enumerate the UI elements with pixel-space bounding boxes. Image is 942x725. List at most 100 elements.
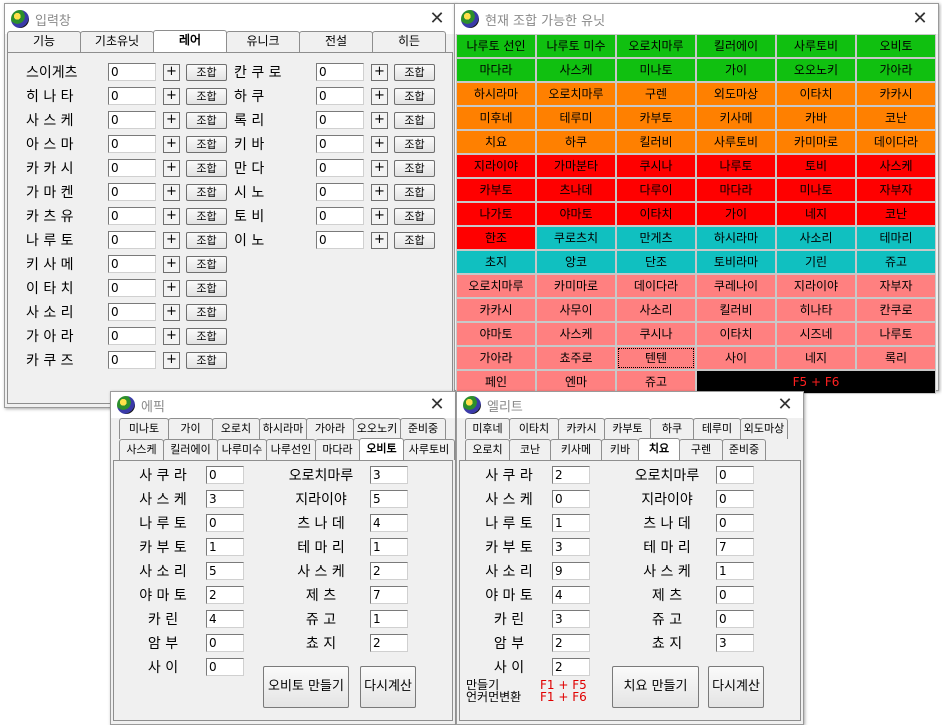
plus-button[interactable]: +	[371, 207, 388, 225]
combine-button[interactable]: 조합	[186, 63, 227, 81]
unit-count-field[interactable]: 1	[370, 538, 408, 556]
unit-count-field[interactable]: 3	[552, 610, 590, 628]
close-icon[interactable]: ✕	[427, 8, 447, 29]
combo-unit-cell[interactable]: 데이다라	[616, 274, 696, 298]
combine-button[interactable]: 조합	[186, 207, 227, 225]
combo-unit-cell[interactable]: 이타치	[616, 202, 696, 226]
combine-button[interactable]: 조합	[394, 183, 435, 201]
combine-button[interactable]: 조합	[186, 183, 227, 201]
combine-button[interactable]: 조합	[186, 279, 227, 297]
unit-count-field[interactable]: 2	[370, 562, 408, 580]
combo-unit-cell[interactable]: 쵸주로	[536, 346, 616, 370]
combine-button[interactable]: 조합	[186, 87, 227, 105]
combo-unit-cell[interactable]: 사소리	[776, 226, 856, 250]
combo-unit-cell[interactable]: 만게츠	[616, 226, 696, 250]
combo-unit-cell[interactable]: 치요	[456, 130, 536, 154]
combo-unit-cell[interactable]: 오비토	[856, 34, 936, 58]
combo-unit-cell[interactable]: 미나토	[776, 178, 856, 202]
tab-4[interactable]: 카부토	[604, 418, 651, 439]
combine-button[interactable]: 조합	[394, 207, 435, 225]
tab-1[interactable]: 오로치	[465, 439, 510, 460]
combo-unit-cell[interactable]: 쿠시나	[616, 154, 696, 178]
unit-count-field[interactable]: 5	[370, 490, 408, 508]
combine-button[interactable]: 조합	[394, 159, 435, 177]
combo-unit-cell[interactable]: 오오노키	[776, 58, 856, 82]
combo-unit-cell[interactable]: 시즈네	[776, 322, 856, 346]
unit-count-field[interactable]: 2	[552, 634, 590, 652]
combo-unit-cell[interactable]: 사무이	[536, 298, 616, 322]
combo-unit-cell[interactable]: 지라이야	[456, 154, 536, 178]
tab-4[interactable]: 하시라마	[259, 418, 307, 439]
combo-unit-cell[interactable]: 가마분타	[536, 154, 616, 178]
combo-unit-cell[interactable]: 이타치	[696, 322, 776, 346]
combo-unit-cell[interactable]: 코난	[856, 106, 936, 130]
combine-button[interactable]: 조합	[186, 303, 227, 321]
combo-unit-cell[interactable]: 지라이야	[776, 274, 856, 298]
combine-button[interactable]: 조합	[186, 255, 227, 273]
unit-count-field[interactable]: 5	[206, 562, 244, 580]
tab-6[interactable]: 구렌	[679, 439, 723, 460]
unit-count-field[interactable]: 3	[552, 538, 590, 556]
unit-count-field[interactable]: 0	[108, 159, 156, 177]
combo-unit-cell[interactable]: 사스케	[536, 322, 616, 346]
tab-3[interactable]: 레어	[153, 30, 227, 53]
combo-unit-cell[interactable]: 마다라	[696, 178, 776, 202]
plus-button[interactable]: +	[163, 207, 180, 225]
combine-button[interactable]: 조합	[186, 351, 227, 369]
close-icon[interactable]: ✕	[775, 394, 795, 415]
combo-unit-cell[interactable]: 테루미	[536, 106, 616, 130]
combo-unit-cell[interactable]: 네지	[776, 346, 856, 370]
plus-button[interactable]: +	[371, 111, 388, 129]
tab-7[interactable]: 준비중	[722, 439, 766, 460]
unit-count-field[interactable]: 7	[716, 538, 754, 556]
unit-count-field[interactable]: 4	[552, 586, 590, 604]
combo-unit-cell[interactable]: 단조	[616, 250, 696, 274]
tab-5[interactable]: 치요	[638, 438, 680, 461]
plus-button[interactable]: +	[163, 63, 180, 81]
tab-3[interactable]: 키사메	[550, 439, 602, 460]
combine-button[interactable]: 조합	[186, 135, 227, 153]
combo-unit-cell[interactable]: 앙코	[536, 250, 616, 274]
combo-unit-cell[interactable]: 츠나데	[536, 178, 616, 202]
tab-6[interactable]: 히든	[372, 31, 446, 52]
tab-2[interactable]: 이타치	[509, 418, 559, 439]
unit-count-field[interactable]: 0	[316, 63, 364, 81]
plus-button[interactable]: +	[371, 183, 388, 201]
unit-count-field[interactable]: 3	[370, 466, 408, 484]
combo-unit-cell[interactable]: 오로치마루	[536, 82, 616, 106]
tab-2[interactable]: 기초유닛	[80, 31, 154, 52]
combine-button[interactable]: 조합	[186, 159, 227, 177]
tab-3[interactable]: 나루미수	[217, 439, 267, 460]
combo-unit-cell[interactable]: 사루토비	[776, 34, 856, 58]
tab-2[interactable]: 가이	[168, 418, 213, 439]
tab-2[interactable]: 코난	[509, 439, 551, 460]
plus-button[interactable]: +	[163, 303, 180, 321]
tab-5[interactable]: 하쿠	[650, 418, 694, 439]
combo-unit-cell[interactable]: 초지	[456, 250, 536, 274]
unit-count-field[interactable]: 2	[206, 586, 244, 604]
combo-unit-cell[interactable]: 토비	[776, 154, 856, 178]
combo-unit-cell[interactable]: 칸쿠로	[856, 298, 936, 322]
unit-count-field[interactable]: 0	[206, 466, 244, 484]
combo-unit-cell[interactable]: 사이	[696, 346, 776, 370]
combo-unit-cell[interactable]: 네지	[776, 202, 856, 226]
combo-unit-cell[interactable]: 카미마로	[776, 130, 856, 154]
plus-button[interactable]: +	[163, 231, 180, 249]
plus-button[interactable]: +	[163, 159, 180, 177]
combo-unit-cell[interactable]: 카부토	[616, 106, 696, 130]
combine-button[interactable]: 조합	[394, 231, 435, 249]
combo-unit-cell[interactable]: 나가토	[456, 202, 536, 226]
tab-3[interactable]: 카카시	[558, 418, 605, 439]
combo-unit-cell[interactable]: 미나토	[616, 58, 696, 82]
tab-5[interactable]: 전설	[299, 31, 373, 52]
unit-count-field[interactable]: 0	[716, 490, 754, 508]
tab-1[interactable]: 사스케	[119, 439, 164, 460]
combo-unit-cell[interactable]: 쥬고	[856, 250, 936, 274]
unit-count-field[interactable]: 1	[552, 514, 590, 532]
combo-unit-cell[interactable]: 나루토	[856, 322, 936, 346]
unit-count-field[interactable]: 0	[716, 514, 754, 532]
tab-3[interactable]: 오로치	[212, 418, 260, 439]
tab-4[interactable]: 유니크	[226, 31, 300, 52]
combo-unit-cell[interactable]: 키사메	[696, 106, 776, 130]
plus-button[interactable]: +	[163, 87, 180, 105]
